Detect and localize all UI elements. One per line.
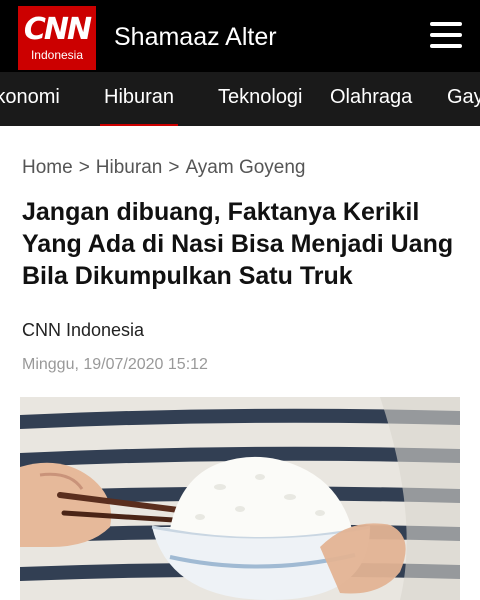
- menu-line: [430, 44, 462, 48]
- cnn-indonesia-logo[interactable]: CNN Indonesia: [18, 6, 96, 70]
- logo-subtitle: Indonesia: [30, 48, 84, 62]
- category-nav: Ekonomi Hiburan Teknologi Olahraga Gaya …: [0, 72, 480, 126]
- article-photo: [20, 397, 460, 600]
- article-title: Jangan dibuang, Faktanya Kerikil Yang Ad…: [22, 198, 454, 290]
- category-ekonomi[interactable]: Ekonomi: [0, 84, 60, 110]
- site-user-name: Shamaaz Alter: [114, 23, 277, 51]
- breadcrumb: Home > Hiburan > Ayam Goyeng: [22, 156, 306, 180]
- breadcrumb-home[interactable]: Home: [22, 157, 73, 178]
- breadcrumb-hiburan[interactable]: Hiburan: [96, 157, 163, 178]
- logo-mark: CNN: [23, 12, 92, 47]
- category-hiburan[interactable]: Hiburan: [99, 84, 179, 126]
- menu-line: [430, 33, 462, 37]
- category-gaya-hidup[interactable]: Gaya Hidup: [447, 84, 480, 110]
- category-olahraga[interactable]: Olahraga: [330, 84, 412, 110]
- breadcrumb-separator: >: [78, 157, 90, 178]
- top-header: CNN Indonesia Shamaaz Alter: [0, 0, 480, 72]
- menu-line: [430, 22, 462, 26]
- rice-bowl-image: [20, 397, 460, 600]
- breadcrumb-separator: >: [168, 157, 180, 178]
- category-teknologi[interactable]: Teknologi: [218, 84, 303, 110]
- article-date: Minggu, 19/07/2020 15:12: [22, 356, 208, 373]
- article-author[interactable]: CNN Indonesia: [22, 320, 144, 341]
- hamburger-menu-icon[interactable]: [430, 22, 462, 48]
- breadcrumb-tag[interactable]: Ayam Goyeng: [185, 157, 305, 178]
